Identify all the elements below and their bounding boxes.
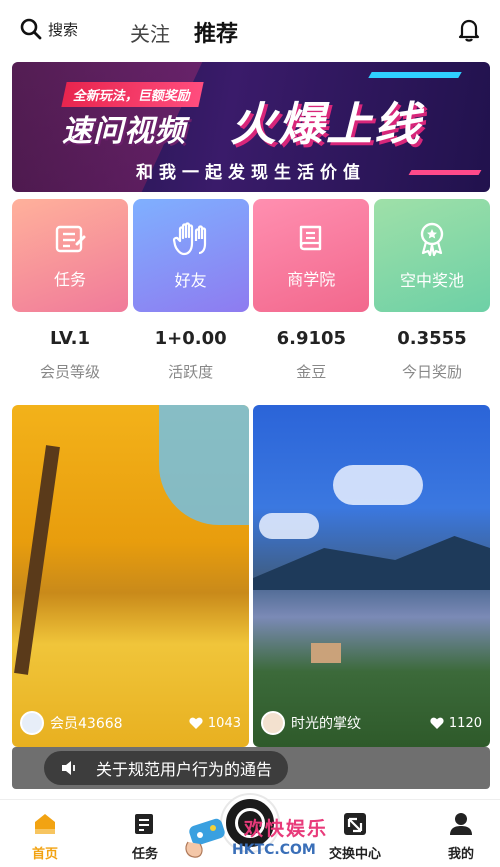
stat-label: 今日奖励 <box>401 363 462 381</box>
nav-home[interactable]: 首页 <box>10 812 80 862</box>
promo-banner[interactable]: 全新玩法，巨额奖励 速问视频 火爆上线 和我一起发现生活价值 <box>12 62 490 192</box>
tab-follow[interactable]: 关注 <box>130 18 170 47</box>
tab-recommend[interactable]: 推荐 <box>194 16 238 48</box>
stats-row: LV.1 会员等级 1+0.00 活跃度 6.9105 金豆 0.3555 今日… <box>12 328 490 382</box>
nav-label: 首页 <box>31 847 58 862</box>
stat-gold-beans[interactable]: 6.9105 金豆 <box>253 328 369 382</box>
video-meta: 会员43668 1043 <box>20 711 241 735</box>
search-button[interactable]: 搜索 <box>20 18 78 40</box>
exchange-icon <box>344 813 366 835</box>
feature-label: 空中奖池 <box>399 270 464 290</box>
avatar[interactable] <box>261 711 285 735</box>
stat-value: 6.9105 <box>276 328 347 349</box>
stat-label: 会员等级 <box>39 363 100 381</box>
stat-label: 金豆 <box>296 363 327 381</box>
feature-card-business-school[interactable]: 商学院 <box>253 199 370 312</box>
stat-value: 0.3555 <box>397 328 467 349</box>
record-video-button[interactable] <box>222 795 278 851</box>
speaker-icon <box>62 761 75 775</box>
video-thumbnail-cloud <box>333 465 423 505</box>
video-author[interactable]: 时光的掌纹 <box>291 713 430 733</box>
video-author[interactable]: 会员43668 <box>50 713 189 733</box>
feature-card-prize-pool[interactable]: 空中奖池 <box>373 199 490 312</box>
bell-icon <box>458 19 480 42</box>
top-header: 搜索 关注 推荐 <box>0 0 500 62</box>
like-count: 1120 <box>448 715 482 731</box>
banner-title: 火爆上线 <box>230 97 422 151</box>
stat-activity[interactable]: 1+0.00 活跃度 <box>133 328 249 382</box>
record-icon <box>235 808 265 838</box>
avatar[interactable] <box>20 711 44 735</box>
feature-card-friend[interactable]: 好友 <box>132 199 249 312</box>
video-meta: 时光的掌纹 1120 <box>261 711 482 735</box>
banner-sub-title: 速问视频 <box>62 114 186 149</box>
feature-label: 商学院 <box>287 269 336 289</box>
task-list-icon <box>135 814 153 834</box>
video-thumbnail-mountain <box>253 536 490 590</box>
notice-bar[interactable]: 关于规范用户行为的通告 <box>12 747 490 789</box>
hand-icon <box>172 221 206 255</box>
feature-label: 任务 <box>53 269 86 289</box>
heart-icon <box>430 717 444 729</box>
video-card[interactable]: 时光的掌纹 1120 <box>253 405 490 747</box>
notice-text: 关于规范用户行为的通告 <box>96 760 273 779</box>
stat-member-level[interactable]: LV.1 会员等级 <box>12 328 128 382</box>
stat-value: 1+0.00 <box>154 328 227 349</box>
like-button[interactable]: 1120 <box>430 716 482 731</box>
stat-value: LV.1 <box>50 328 90 349</box>
stat-label: 活跃度 <box>168 363 214 381</box>
user-icon <box>450 813 472 835</box>
search-icon <box>20 18 42 40</box>
video-thumbnail-hut <box>311 643 341 663</box>
video-thumbnail-cloud <box>259 513 319 539</box>
nav-exchange-center[interactable]: 交换中心 <box>320 812 390 862</box>
feature-label: 好友 <box>174 270 207 290</box>
banner-tag: 全新玩法，巨额奖励 <box>61 82 204 107</box>
notice-pill: 关于规范用户行为的通告 <box>44 751 289 785</box>
home-icon <box>35 814 55 834</box>
video-card[interactable]: 会员43668 1043 <box>12 405 249 747</box>
video-feed: 会员43668 1043 时光的掌纹 1120 <box>12 405 490 747</box>
task-list-icon <box>55 225 86 252</box>
nav-label: 我的 <box>447 847 474 862</box>
banner-decoration <box>368 72 462 78</box>
video-thumbnail-sky <box>159 405 249 525</box>
like-button[interactable]: 1043 <box>189 716 241 731</box>
video-thumbnail-tree <box>14 445 60 675</box>
feature-card-task[interactable]: 任务 <box>12 199 128 312</box>
like-count: 1043 <box>207 715 241 731</box>
banner-slogan: 和我一起发现生活价值 <box>136 163 366 183</box>
stat-today-reward[interactable]: 0.3555 今日奖励 <box>374 328 490 382</box>
feature-grid: 任务 好友 商学院 空中奖池 <box>12 199 490 312</box>
nav-task[interactable]: 任务 <box>110 812 180 862</box>
search-label: 搜索 <box>48 20 79 39</box>
notification-button[interactable] <box>458 18 480 46</box>
medal-icon <box>420 222 444 256</box>
nav-label: 交换中心 <box>328 847 381 862</box>
heart-icon <box>189 717 203 729</box>
book-icon <box>300 225 322 250</box>
nav-mine[interactable]: 我的 <box>426 812 496 862</box>
nav-label: 任务 <box>131 847 158 862</box>
